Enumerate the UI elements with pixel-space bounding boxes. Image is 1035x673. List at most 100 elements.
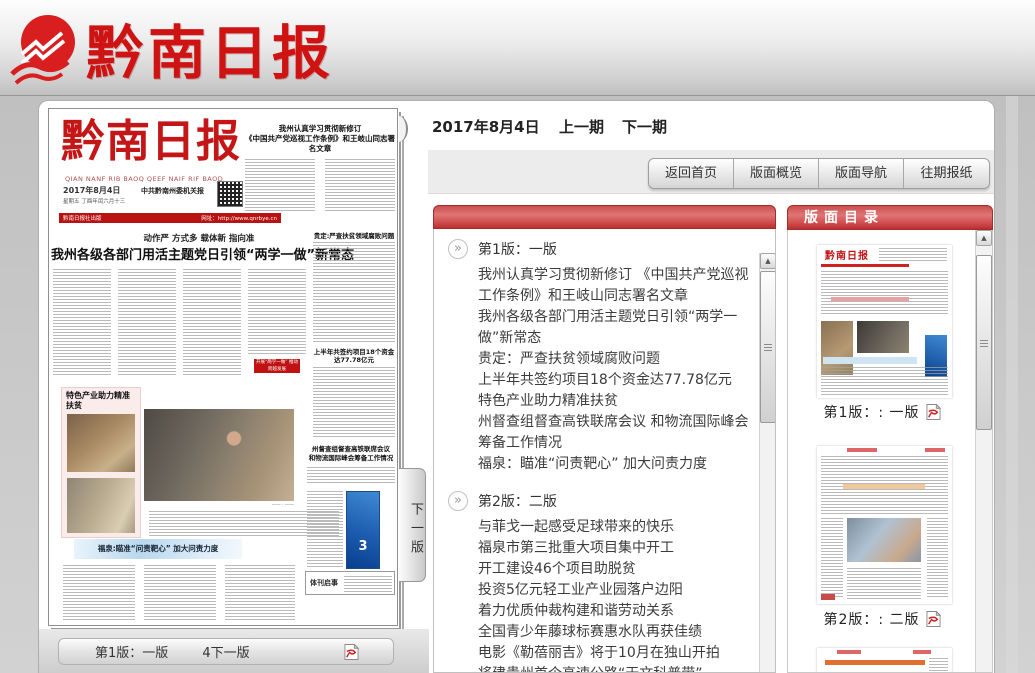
article-list-content: » 第1版：一版 我州认真学习贯彻新修订 《中国共产党巡视工作条例》和王岐山同志… xyxy=(434,229,758,673)
fake-text-column xyxy=(63,565,135,621)
fake-text-column xyxy=(313,242,395,344)
fake-text-column xyxy=(118,269,176,375)
article-link[interactable]: 福泉：瞄准“问责靶心” 加大问责力度 xyxy=(478,454,750,475)
article-link[interactable]: 特色产业助力精准扶贫 xyxy=(478,391,750,412)
page-navigation-button[interactable]: 版面导航 xyxy=(819,159,904,188)
mini-red-title-bar xyxy=(837,650,861,654)
article-link[interactable]: 开工建设46个项目助脱贫 xyxy=(478,559,750,580)
article-link[interactable]: 州督查组督查高铁联席会议 和物流国际峰会筹备工作情况 xyxy=(478,412,750,454)
small-photo xyxy=(67,414,135,472)
fake-text-column xyxy=(183,269,241,375)
article-link[interactable]: 与菲戈一起感受足球带来的快乐 xyxy=(478,517,750,538)
article-link[interactable]: 福泉市第三批重大项目集中开工 xyxy=(478,538,750,559)
section2-items: 与菲戈一起感受足球带来的快乐 福泉市第三批重大项目集中开工 开工建设46个项目助… xyxy=(478,517,750,673)
fake-text-column xyxy=(149,511,339,537)
page-thumbnail-3[interactable] xyxy=(817,648,952,673)
mini-red-title-bar xyxy=(913,650,931,654)
preview-masthead: 黔南日报 xyxy=(61,111,241,173)
fake-text-column xyxy=(344,576,392,592)
article-link[interactable]: 我州认真学习贯彻新修订 《中国共产党巡视工作条例》和王岐山同志署名文章 xyxy=(478,265,750,307)
page-thumbnail-2[interactable] xyxy=(817,446,952,604)
fake-text-column xyxy=(879,248,947,262)
fake-text-column xyxy=(313,367,395,439)
preview-right-headline-1: 贵定:严查扶贫领域腐败问题 xyxy=(313,230,395,240)
preview-main-headline: 我州各级各部门用活主题党日引领“两学一做”新常态 xyxy=(51,244,343,263)
mini-highlight xyxy=(831,297,909,301)
newspaper-reader-window: 黔南日报 2017年8月4日 上一期 下一期 返回首页 版面概览 版面导航 往期… xyxy=(0,0,1035,673)
sun-wave-logo-icon xyxy=(10,12,82,86)
preview-slogan-box: 开展“两学一做” 推动跨越发展 xyxy=(254,359,300,373)
fake-text-column xyxy=(927,518,948,598)
section-page2[interactable]: » 第2版：二版 xyxy=(448,491,748,511)
section-page1[interactable]: » 第1版：一版 xyxy=(448,239,748,259)
fake-text-column xyxy=(929,658,948,672)
preview-meeting-headline: 州督查组督查高铁联席会议 和物流国际峰会筹备工作情况 xyxy=(307,445,395,463)
page-thumbnail-1[interactable]: 黔南日报 xyxy=(817,245,952,398)
small-photo xyxy=(67,478,135,533)
mini-red-mark xyxy=(821,594,835,600)
issue-date: 2017年8月4日 xyxy=(432,116,540,137)
top-banner: 黔南日报 xyxy=(0,0,1035,96)
article-list-body: » 第1版：一版 我州认真学习贯彻新修订 《中国共产党巡视工作条例》和王岐山同志… xyxy=(433,229,776,673)
home-button[interactable]: 返回首页 xyxy=(649,159,734,188)
mini-photo xyxy=(857,321,909,353)
mini-red-bar xyxy=(821,264,909,267)
photo-story-box: 特色产业助力精准扶贫 xyxy=(61,387,141,538)
pdf-icon[interactable] xyxy=(344,644,359,660)
main-photo xyxy=(144,409,294,501)
page-overview-button[interactable]: 版面概览 xyxy=(734,159,819,188)
next-page-button[interactable]: 4下一版 xyxy=(59,642,393,661)
page-directory-panel: 版面目录 黔南日报 第1版：: 一版 xyxy=(787,205,993,673)
fake-text-column xyxy=(821,271,948,315)
article-link[interactable]: 上半年共签约项目18个资金达77.78亿元 xyxy=(478,370,750,391)
past-issues-button[interactable]: 往期报纸 xyxy=(904,159,989,188)
fake-text-column xyxy=(821,518,843,598)
article-link[interactable]: 贵定：严查扶贫领域腐败问题 xyxy=(478,349,750,370)
advertisement-image: 3 xyxy=(346,491,380,569)
section-chevron-icon: » xyxy=(448,491,468,511)
qr-code xyxy=(217,181,243,207)
preview-kicker: 动作严 方式多 载体新 指向准 xyxy=(109,232,289,244)
fake-text-column xyxy=(325,159,395,213)
article-list-panel: » 第1版：一版 我州认真学习贯彻新修订 《中国共产党巡视工作条例》和王岐山同志… xyxy=(433,205,776,673)
preview-top-headline: 我州认真学习贯彻新修订 《中国共产党巡视工作条例》和王岐山同志署名文章 xyxy=(245,124,395,154)
pdf-icon[interactable] xyxy=(926,611,941,627)
background-strip xyxy=(1006,96,1018,673)
article-list-scrollbar[interactable]: ▲ xyxy=(759,253,776,673)
prev-issue-link[interactable]: 上一期 xyxy=(559,116,604,137)
mini-red-title-bar xyxy=(925,448,945,452)
directory-scrollbar[interactable]: ▲ xyxy=(975,230,992,673)
scroll-up-arrow[interactable]: ▲ xyxy=(760,253,776,269)
mini-photo xyxy=(847,518,921,562)
article-link[interactable]: 全国青少年藤球标赛惠水队再获佳绩 xyxy=(478,622,750,643)
article-link[interactable]: 投资5亿元轻工业产业园落户边阳 xyxy=(478,580,750,601)
preview-masthead-pinyin: QIAN NANF RIB BAOQ QEEF NAIF RIF BAOD xyxy=(65,175,223,183)
next-page-tab[interactable]: 下一版 xyxy=(399,468,426,582)
fake-text-column xyxy=(144,565,216,621)
front-page-preview[interactable]: 黔南日报 QIAN NANF RIB BAOQ QEEF NAIF RIF BA… xyxy=(48,108,398,626)
scrollbar-thumb[interactable] xyxy=(760,271,776,423)
mini-red-title-bar xyxy=(847,448,877,452)
next-issue-link[interactable]: 下一期 xyxy=(622,116,667,137)
scroll-up-arrow[interactable]: ▲ xyxy=(976,230,992,246)
site-title: 黔南日报 xyxy=(86,6,334,90)
photo-caption-line: —— · —— xyxy=(199,503,294,508)
page-directory-body: 黔南日报 第1版：: 一版 xyxy=(787,230,993,673)
photo-story-headline: 特色产业助力精准扶贫 xyxy=(66,391,136,411)
mini-orange-bar xyxy=(825,660,925,665)
thumbnail-caption-1[interactable]: 第1版：: 一版 xyxy=(788,402,976,422)
preview-red-bar: 黔南日报社出版 网址：http://www.qnrbye.cn xyxy=(59,213,281,223)
preview-org-line: 中共黔南州委机关报 xyxy=(141,187,215,195)
thumbnail-caption-2[interactable]: 第2版：: 二版 xyxy=(788,609,976,629)
article-link[interactable]: 着力优质仲裁构建和谐劳动关系 xyxy=(478,601,750,622)
article-link[interactable]: 电影《勒蓓丽吉》将于10月在独山开拍 xyxy=(478,643,750,664)
mini-wave xyxy=(823,357,917,364)
section1-items: 我州认真学习贯彻新修订 《中国共产党巡视工作条例》和王岐山同志署名文章 我州各级… xyxy=(478,265,750,475)
fuquan-headline: 福泉:瞄准“问责靶心” 加大问责力度 xyxy=(74,539,242,559)
fake-text-column xyxy=(307,467,395,485)
pdf-icon[interactable] xyxy=(926,404,941,420)
scrollbar-thumb[interactable] xyxy=(976,255,992,430)
preview-website: 网址：http://www.qnrbye.cn xyxy=(201,214,277,222)
article-link[interactable]: 将建贵州首个高速公路“天文科普带” xyxy=(478,664,750,673)
article-link[interactable]: 我州各级各部门用活主题党日引领“两学一做”新常态 xyxy=(478,307,750,349)
